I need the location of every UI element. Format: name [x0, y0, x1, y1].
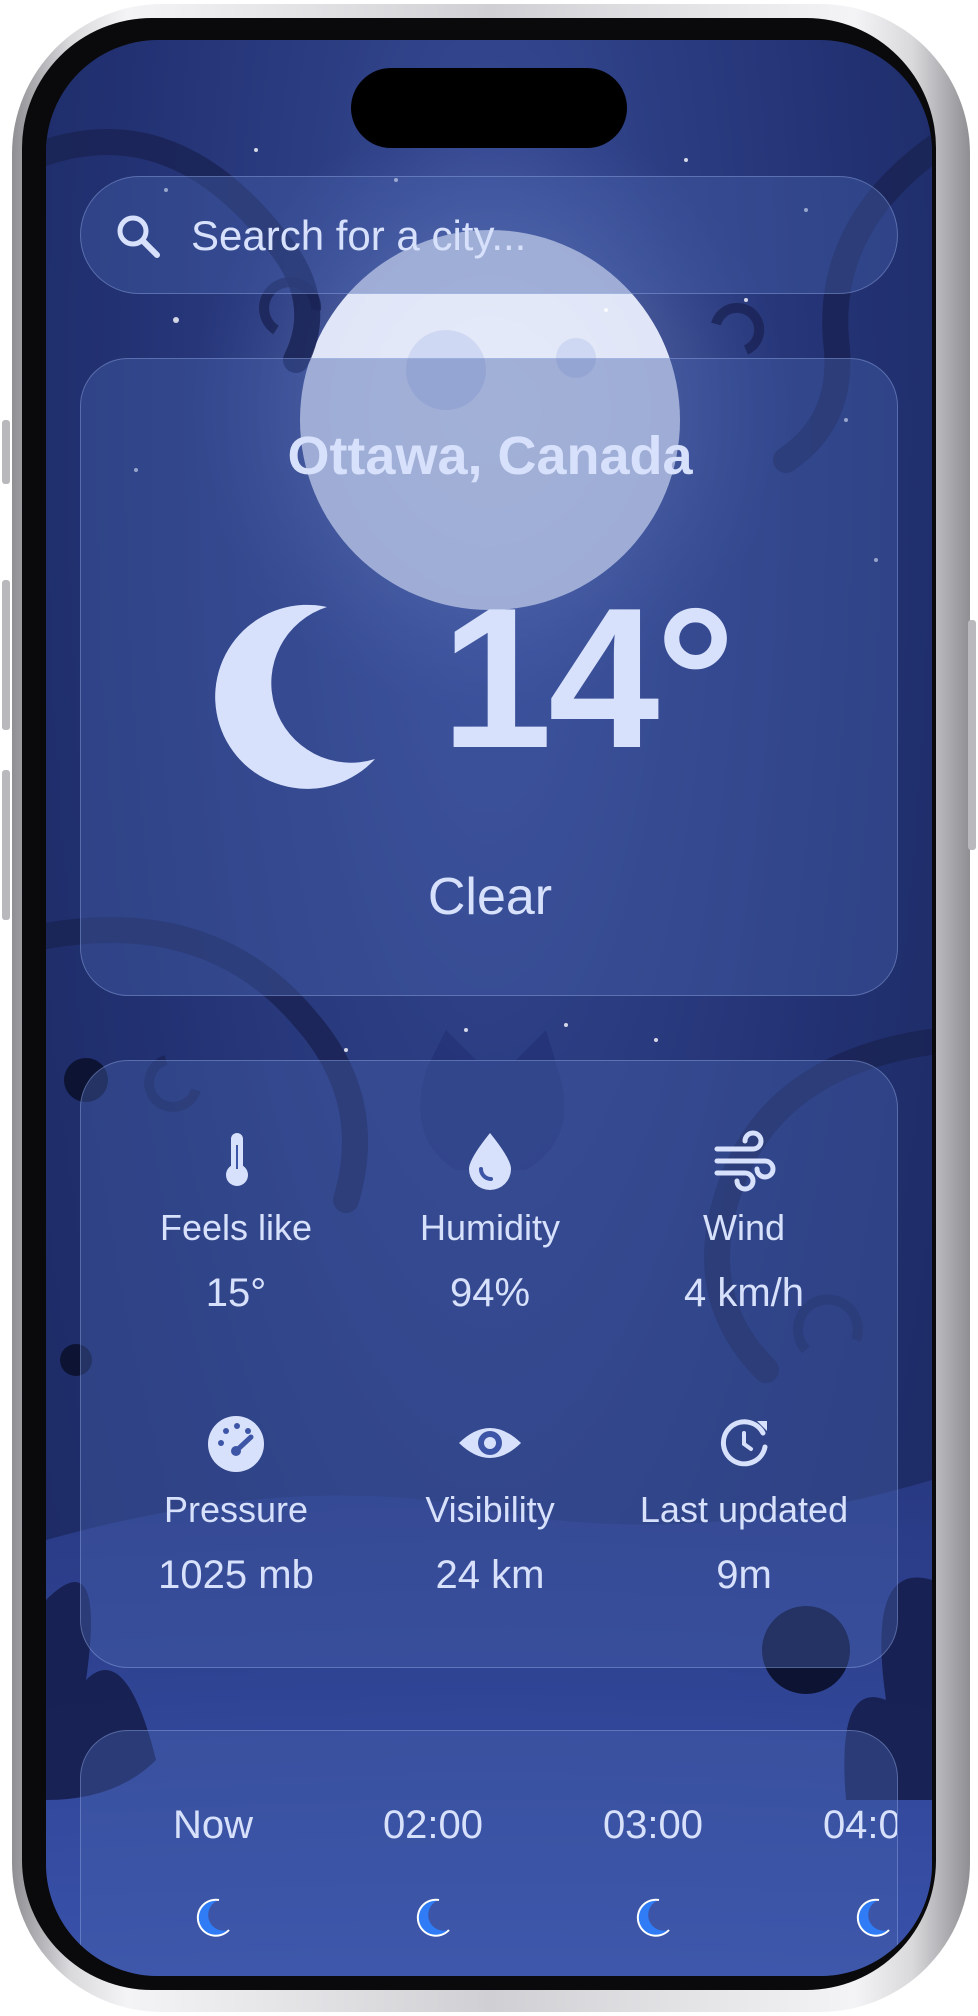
thermometer-icon: [226, 1133, 248, 1186]
detail-last-updated: Last updated 9m: [614, 1407, 874, 1598]
dynamic-island: [351, 68, 627, 148]
detail-feels-like: Feels like 15°: [106, 1125, 366, 1316]
wind-icon: [714, 1130, 776, 1192]
volume-down-button: [2, 770, 10, 920]
refresh-clock-icon: [720, 1419, 768, 1467]
moon-icon: [416, 1898, 450, 1937]
search-input[interactable]: [191, 177, 871, 295]
detail-pressure: Pressure 1025 mb: [106, 1407, 366, 1598]
detail-label: Visibility: [425, 1489, 555, 1530]
hourly-item[interactable]: Now: [133, 1731, 293, 1976]
app-screen: Ottawa, Canada 14° Clear Feels like 15° …: [46, 40, 932, 1976]
droplet-icon: [469, 1133, 511, 1190]
detail-value: 1025 mb: [158, 1553, 314, 1597]
moon-icon: [207, 599, 379, 793]
detail-value: 24 km: [435, 1553, 545, 1597]
hourly-item[interactable]: 02:00: [353, 1731, 513, 1976]
hourly-item[interactable]: 03:00: [573, 1731, 733, 1976]
detail-wind: Wind 4 km/h: [614, 1125, 874, 1316]
volume-up-button: [2, 580, 10, 730]
detail-humidity: Humidity 94%: [360, 1125, 620, 1316]
hour-time: 04:00: [822, 1803, 897, 1847]
detail-value: 4 km/h: [683, 1271, 805, 1315]
hourly-item[interactable]: 04:00: [793, 1731, 897, 1976]
hour-time: 02:00: [382, 1803, 484, 1847]
moon-icon: [636, 1898, 670, 1937]
gauge-icon: [208, 1416, 264, 1472]
search-bar[interactable]: [80, 176, 898, 295]
eye-icon: [459, 1428, 521, 1458]
detail-label: Humidity: [419, 1207, 561, 1248]
detail-label: Last updated: [639, 1489, 849, 1530]
hour-time: 03:00: [602, 1803, 704, 1847]
detail-value: 94%: [449, 1271, 531, 1315]
moon-icon: [856, 1898, 890, 1937]
weather-condition: Clear: [427, 868, 553, 926]
detail-label: Wind: [702, 1207, 786, 1248]
weather-details-card: Feels like 15° Humidity 94% Wind 4 km/h: [80, 1060, 898, 1668]
detail-visibility: Visibility 24 km: [360, 1407, 620, 1598]
hour-time: Now: [172, 1803, 254, 1847]
current-temperature: 14°: [441, 567, 735, 790]
moon-icon: [196, 1898, 230, 1937]
background-illustration: [46, 110, 932, 1976]
power-button: [968, 620, 976, 850]
current-weather-card: Ottawa, Canada 14° Clear: [80, 358, 898, 996]
detail-value: 15°: [205, 1271, 267, 1315]
detail-label: Feels like: [159, 1207, 313, 1248]
hourly-forecast-card[interactable]: Now 02:00 03:00 04:00: [80, 1730, 898, 1976]
city-name: Ottawa, Canada: [287, 426, 693, 486]
detail-value: 9m: [716, 1553, 772, 1597]
side-button: [2, 420, 10, 484]
search-icon: [115, 213, 161, 259]
detail-label: Pressure: [163, 1489, 309, 1530]
